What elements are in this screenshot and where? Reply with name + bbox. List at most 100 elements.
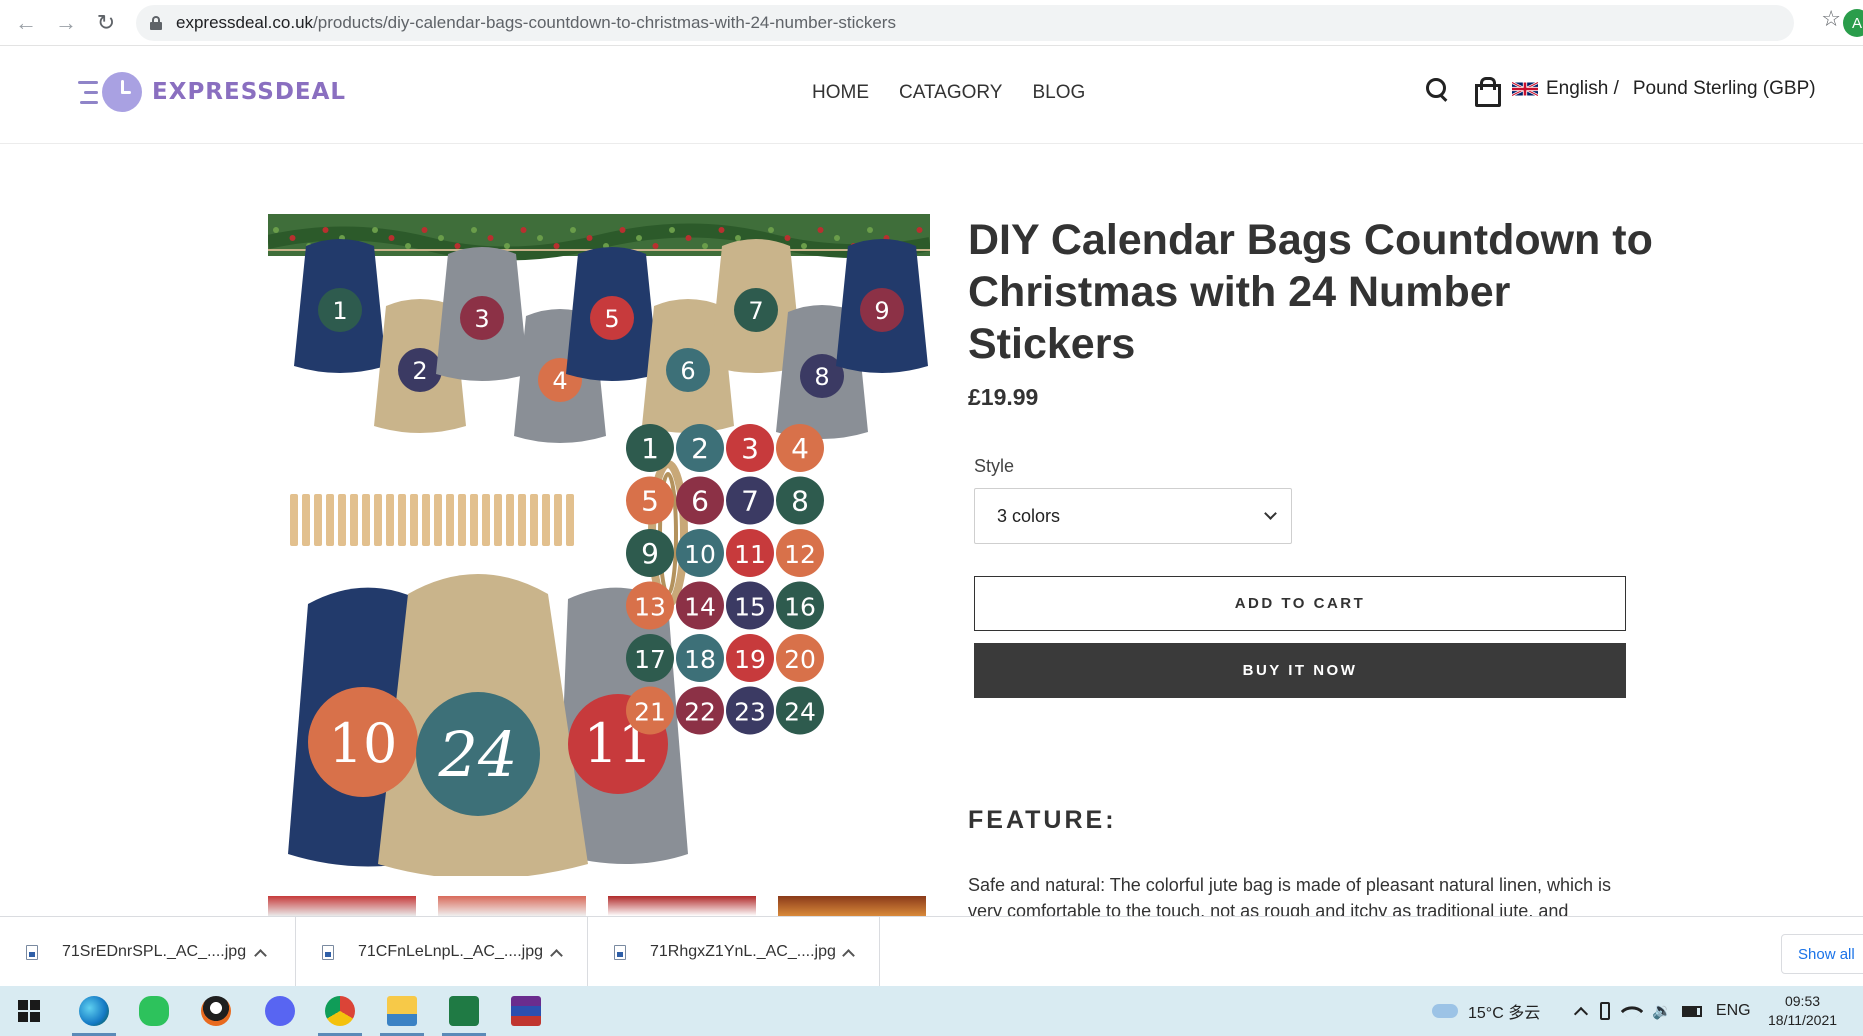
winrar-icon[interactable] (500, 986, 552, 1036)
hanging-bag-number: 5 (604, 305, 619, 333)
system-clock[interactable]: 09:53 18/11/2021 (1768, 992, 1837, 1030)
hanging-bag-number: 6 (680, 357, 695, 385)
lock-icon (150, 16, 162, 30)
number-sticker-label: 14 (684, 593, 716, 622)
show-all-button[interactable]: Show all (1781, 934, 1863, 974)
nav-blog[interactable]: BLOG (1032, 82, 1085, 104)
hanging-bag-number: 9 (874, 297, 889, 325)
wooden-peg (554, 494, 562, 546)
wooden-peg (350, 494, 358, 546)
discord-icon[interactable] (254, 986, 306, 1036)
clock-time: 09:53 (1784, 993, 1821, 1009)
address-bar[interactable]: expressdeal.co.uk/products/diy-calendar-… (136, 5, 1794, 41)
number-sticker-label: 20 (784, 645, 816, 674)
download-item[interactable]: 71SrEDnrSPL._AC_....jpg (0, 917, 296, 987)
input-language[interactable]: ENG (1716, 1002, 1751, 1020)
site-header: EXPRESSDEAL HOME CATAGORY BLOG English /… (0, 46, 1863, 144)
wooden-peg (458, 494, 466, 546)
forward-icon[interactable]: → (46, 3, 86, 43)
thumbnail-2[interactable] (438, 896, 586, 916)
style-select[interactable]: 3 colors (974, 488, 1292, 544)
style-select-value: 3 colors (997, 505, 1061, 526)
number-sticker-label: 13 (634, 593, 666, 622)
wooden-peg (314, 494, 322, 546)
nav-home[interactable]: HOME (812, 82, 869, 104)
qq-icon[interactable] (190, 986, 242, 1036)
browser-toolbar: ← → ↻ expressdeal.co.uk/products/diy-cal… (0, 0, 1863, 46)
logo-clock-icon (102, 72, 142, 112)
language-selector[interactable]: English / (1546, 78, 1619, 100)
hanging-bag-number: 1 (332, 297, 347, 325)
thumbnail-4[interactable] (778, 896, 926, 916)
search-icon[interactable] (1424, 76, 1450, 102)
chrome-icon[interactable] (314, 986, 366, 1036)
wooden-peg (386, 494, 394, 546)
image-file-icon (26, 944, 38, 960)
currency-selector[interactable]: Pound Sterling (GBP) (1633, 78, 1816, 100)
wooden-peg (362, 494, 370, 546)
thumbnail-3[interactable] (608, 896, 756, 916)
wooden-peg (434, 494, 442, 546)
download-filename: 71CFnLeLnpL._AC_....jpg (358, 943, 544, 960)
hanging-bag-number: 7 (748, 297, 763, 325)
usb-device-icon[interactable] (1600, 1002, 1610, 1020)
number-sticker-label: 1 (641, 432, 659, 465)
number-sticker-label: 4 (791, 432, 809, 465)
add-to-cart-button[interactable]: ADD TO CART (974, 576, 1626, 631)
thumbnail-1[interactable] (268, 896, 416, 916)
number-sticker-label: 16 (784, 593, 816, 622)
feature-text: Safe and natural: The colorful jute bag … (968, 875, 1612, 916)
windows-start-icon[interactable] (18, 1000, 40, 1022)
wooden-peg (374, 494, 382, 546)
logo-text: EXPRESSDEAL (152, 79, 347, 105)
clock-date: 18/11/2021 (1768, 1012, 1838, 1028)
number-sticker-label: 23 (734, 698, 766, 727)
excel-icon[interactable] (438, 986, 490, 1036)
volume-icon[interactable]: 🔉 (1652, 1001, 1672, 1021)
download-item[interactable]: 71RhgxZ1YnL._AC_....jpg (588, 917, 880, 987)
nav-category[interactable]: CATAGORY (899, 82, 1002, 104)
download-filename: 71RhgxZ1YnL._AC_....jpg (650, 943, 836, 960)
wooden-peg (422, 494, 430, 546)
show-hidden-icons-icon[interactable] (1573, 1006, 1589, 1022)
chevron-up-icon[interactable] (842, 948, 855, 962)
wooden-peg (470, 494, 478, 546)
number-sticker-label: 21 (634, 698, 666, 727)
wooden-peg (290, 494, 298, 546)
wooden-peg (518, 494, 526, 546)
weather-widget[interactable]: 15°C 多云 (1432, 986, 1540, 1036)
back-icon[interactable]: ← (6, 3, 46, 43)
chevron-up-icon[interactable] (254, 948, 267, 962)
site-logo[interactable]: EXPRESSDEAL (76, 72, 346, 112)
wooden-peg (410, 494, 418, 546)
wooden-peg (482, 494, 490, 546)
number-sticker-label: 6 (691, 485, 709, 518)
bookmark-star-icon[interactable]: ☆ (1821, 6, 1841, 32)
wooden-pegs (290, 494, 574, 546)
feature-heading: FEATURE: (968, 806, 1117, 834)
wooden-peg (566, 494, 574, 546)
buy-it-now-button[interactable]: BUY IT NOW (974, 643, 1626, 698)
edge-icon[interactable] (68, 986, 120, 1036)
chevron-up-icon[interactable] (550, 948, 563, 962)
wechat-icon[interactable] (128, 986, 180, 1036)
image-file-icon (322, 944, 334, 960)
number-sticker-label: 24 (784, 698, 816, 727)
product-main-image[interactable]: 123456789 10 24 11 1 2 3 4 5 6 7 8 9 10 11 12 13 14 15… (266, 214, 932, 879)
download-item[interactable]: 71CFnLeLnpL._AC_....jpg (296, 917, 588, 987)
number-sticker-label: 9 (641, 537, 659, 570)
hanging-bag-number: 2 (412, 357, 427, 385)
cart-icon[interactable] (1474, 76, 1501, 107)
hanging-bag-number: 4 (552, 367, 567, 395)
file-explorer-icon[interactable] (376, 986, 428, 1036)
battery-icon[interactable] (1681, 1005, 1702, 1017)
header-actions: English / Pound Sterling (GBP) (1424, 76, 1816, 107)
profile-avatar[interactable]: A (1843, 9, 1863, 37)
cloud-icon (1432, 1004, 1458, 1018)
wifi-icon[interactable] (1620, 999, 1644, 1023)
weather-text: 15°C 多云 (1468, 1005, 1541, 1022)
number-sticker-label: 11 (734, 540, 766, 569)
url-path: /products/diy-calendar-bags-countdown-to… (313, 13, 896, 32)
number-sticker-label: 22 (684, 698, 716, 727)
reload-icon[interactable]: ↻ (86, 3, 126, 43)
